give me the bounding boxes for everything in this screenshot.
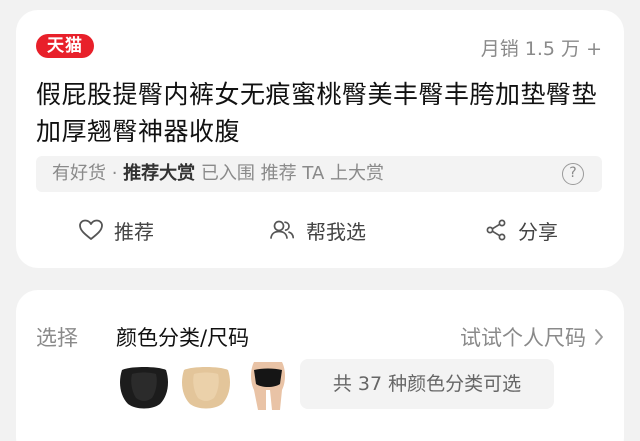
product-summary-card: 天猫 月销 1.5 万 + 假屁股提臀内裤女无痕蜜桃臀美丰臀丰胯加垫臀垫加厚翘臀…: [16, 10, 624, 268]
award-banner[interactable]: 有好货 · 推荐大赏 已入围 推荐 TA 上大赏 ?: [36, 156, 602, 192]
sku-selection-card[interactable]: 选择 颜色分类/尺码 试试个人尺码 共 37 种颜色分类可选: [16, 290, 624, 441]
black-padded-panty-thumbnail[interactable]: [116, 360, 172, 412]
product-title: 假屁股提臀内裤女无痕蜜桃臀美丰臀丰胯加垫臀垫加厚翘臀神器收腹: [36, 80, 598, 146]
recommend-label: 推荐: [114, 219, 154, 244]
personal-size-label: 试试个人尺码: [460, 326, 586, 350]
action-row: 推荐 帮我选 分享: [16, 208, 624, 252]
nude-padded-panty-thumbnail[interactable]: [178, 360, 234, 412]
help-choose-label: 帮我选: [306, 219, 366, 244]
award-prefix: 有好货 ·: [52, 163, 118, 184]
help-choose-button[interactable]: 帮我选: [268, 208, 366, 252]
recommend-button[interactable]: 推荐: [78, 208, 154, 252]
personal-size-link[interactable]: 试试个人尺码: [460, 322, 604, 352]
select-label: 选择: [36, 326, 78, 350]
award-suffix: 已入围 推荐 TA 上大赏: [200, 163, 384, 184]
share-icon: [486, 219, 506, 241]
monthly-sales: 月销 1.5 万 +: [480, 38, 602, 60]
heart-icon: [79, 219, 103, 240]
help-icon[interactable]: ?: [562, 163, 584, 185]
select-value[interactable]: 颜色分类/尺码: [116, 322, 249, 352]
people-icon: [270, 220, 295, 239]
share-label: 分享: [518, 219, 558, 244]
share-button[interactable]: 分享: [484, 208, 558, 252]
chevron-right-icon: [595, 329, 603, 345]
black-panty-worn-thumbnail[interactable]: [240, 360, 296, 412]
tmall-badge: 天猫: [36, 34, 94, 58]
variants-count-button[interactable]: 共 37 种颜色分类可选: [300, 359, 554, 409]
award-highlight: 推荐大赏: [123, 163, 196, 184]
